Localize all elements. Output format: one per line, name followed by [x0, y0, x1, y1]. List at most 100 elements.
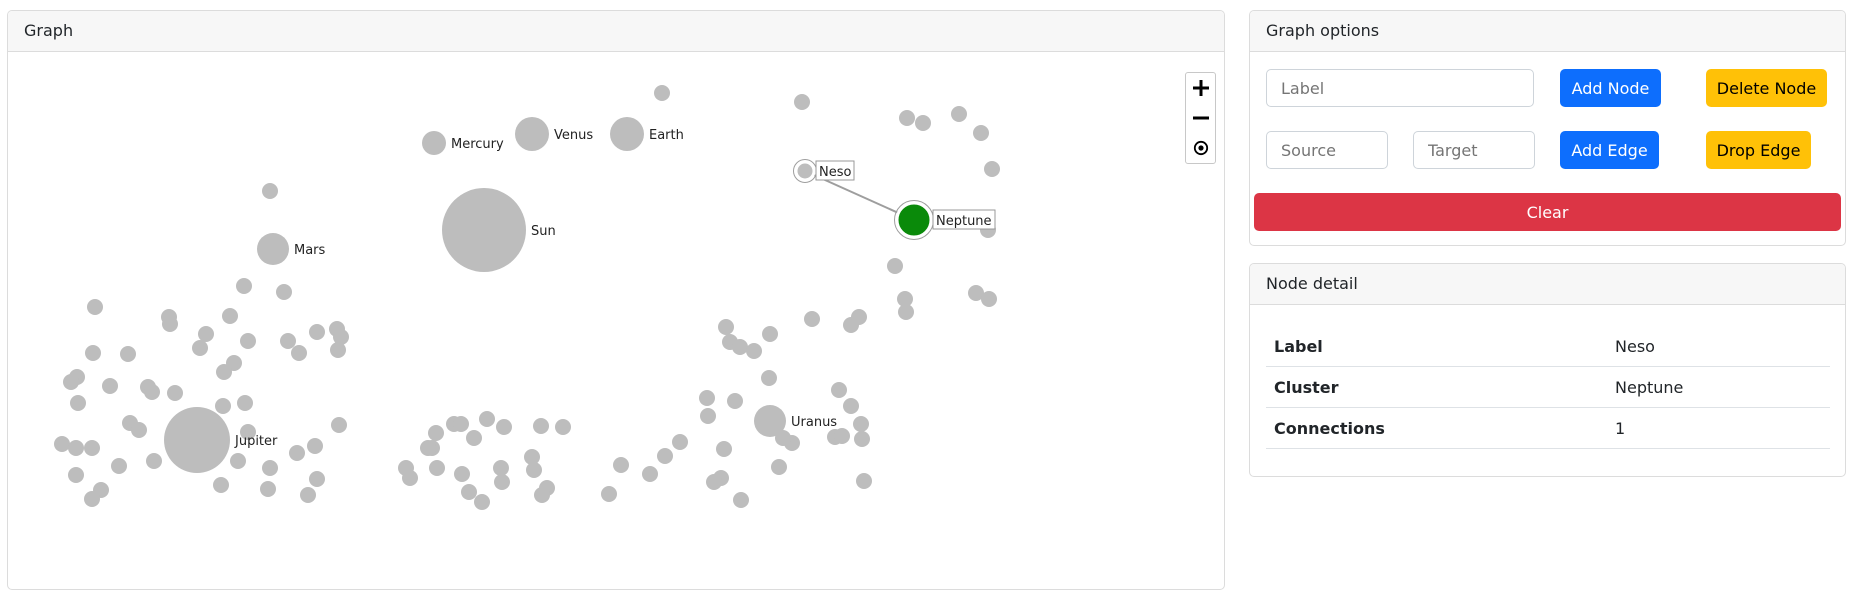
graph-node[interactable] — [262, 460, 278, 476]
graph-node[interactable] — [230, 453, 246, 469]
graph-node[interactable] — [771, 459, 787, 475]
graph-node[interactable] — [898, 304, 914, 320]
graph-node[interactable] — [291, 345, 307, 361]
label-input[interactable] — [1266, 69, 1534, 107]
graph-node[interactable] — [85, 345, 101, 361]
node-circle[interactable] — [422, 131, 446, 155]
source-input[interactable] — [1266, 131, 1388, 169]
graph-node-mars[interactable]: Mars — [257, 233, 326, 265]
graph-node[interactable] — [654, 85, 670, 101]
graph-node[interactable] — [54, 436, 70, 452]
graph-node[interactable] — [84, 440, 100, 456]
graph-node[interactable] — [601, 486, 617, 502]
graph-node[interactable] — [236, 278, 252, 294]
node-circle[interactable] — [515, 117, 549, 151]
graph-node[interactable] — [237, 395, 253, 411]
graph-node[interactable] — [555, 419, 571, 435]
node-circle[interactable] — [610, 117, 644, 151]
graph-node-jupiter[interactable]: Jupiter — [164, 407, 278, 473]
graph-node[interactable] — [198, 326, 214, 342]
node-circle[interactable] — [754, 405, 786, 437]
graph-svg[interactable]: Mercury Venus Earth Sun Mars Neso Neptune Jupit… — [8, 52, 1225, 590]
graph-node[interactable] — [854, 431, 870, 447]
graph-node-sun[interactable]: Sun — [442, 188, 556, 272]
add-edge-button[interactable]: Add Edge — [1560, 131, 1659, 169]
graph-node[interactable] — [192, 340, 208, 356]
graph-node[interactable] — [466, 430, 482, 446]
graph-node[interactable] — [951, 106, 967, 122]
graph-node[interactable] — [834, 428, 850, 444]
clear-button[interactable]: Clear — [1254, 193, 1841, 231]
add-node-button[interactable]: Add Node — [1560, 69, 1661, 107]
graph-node-neso[interactable]: Neso — [793, 159, 855, 183]
graph-node[interactable] — [102, 378, 118, 394]
graph-node[interactable] — [706, 474, 722, 490]
graph-node[interactable] — [493, 460, 509, 476]
graph-node[interactable] — [453, 416, 469, 432]
graph-node[interactable] — [727, 393, 743, 409]
graph-node[interactable] — [851, 309, 867, 325]
graph-node[interactable] — [309, 324, 325, 340]
graph-node[interactable] — [420, 440, 436, 456]
graph-node[interactable] — [276, 284, 292, 300]
graph-node[interactable] — [262, 183, 278, 199]
fit-view-button[interactable] — [1186, 133, 1215, 163]
graph-node[interactable] — [162, 316, 178, 332]
graph-node[interactable] — [657, 448, 673, 464]
graph-node[interactable] — [746, 343, 762, 359]
graph-node[interactable] — [309, 471, 325, 487]
graph-node[interactable] — [167, 385, 183, 401]
graph-node[interactable] — [853, 416, 869, 432]
graph-node[interactable] — [699, 390, 715, 406]
node-circle[interactable] — [164, 407, 230, 473]
graph-node[interactable] — [613, 457, 629, 473]
graph-node[interactable] — [804, 311, 820, 327]
target-input[interactable] — [1413, 131, 1535, 169]
graph-node[interactable] — [402, 470, 418, 486]
graph-node[interactable] — [496, 419, 512, 435]
graph-node[interactable] — [474, 494, 490, 510]
graph-node[interactable] — [899, 110, 915, 126]
node-circle[interactable] — [794, 160, 816, 182]
graph-node[interactable] — [454, 466, 470, 482]
graph-node[interactable] — [146, 453, 162, 469]
graph-node[interactable] — [68, 467, 84, 483]
graph-node[interactable] — [260, 481, 276, 497]
graph-node[interactable] — [87, 299, 103, 315]
graph-node[interactable] — [428, 425, 444, 441]
graph-node[interactable] — [70, 395, 86, 411]
graph-node[interactable] — [732, 339, 748, 355]
graph-node[interactable] — [973, 125, 989, 141]
graph-node[interactable] — [280, 333, 296, 349]
graph-canvas[interactable]: Mercury Venus Earth Sun Mars Neso Neptune Jupit… — [8, 52, 1225, 590]
graph-node[interactable] — [479, 411, 495, 427]
graph-node[interactable] — [984, 161, 1000, 177]
graph-node[interactable] — [494, 474, 510, 490]
graph-node[interactable] — [216, 364, 232, 380]
graph-node[interactable] — [915, 115, 931, 131]
graph-node[interactable] — [843, 398, 859, 414]
graph-node[interactable] — [981, 291, 997, 307]
graph-node[interactable] — [307, 438, 323, 454]
node-circle[interactable] — [895, 201, 933, 239]
graph-node[interactable] — [526, 462, 542, 478]
graph-node[interactable] — [534, 487, 550, 503]
graph-node-venus[interactable]: Venus — [515, 117, 593, 151]
graph-node[interactable] — [762, 326, 778, 342]
graph-node[interactable] — [240, 333, 256, 349]
graph-node[interactable] — [761, 370, 777, 386]
graph-node[interactable] — [131, 422, 147, 438]
graph-node[interactable] — [144, 384, 160, 400]
graph-node[interactable] — [856, 473, 872, 489]
graph-node[interactable] — [63, 374, 79, 390]
graph-node[interactable] — [222, 308, 238, 324]
graph-node[interactable] — [672, 434, 688, 450]
graph-node[interactable] — [831, 382, 847, 398]
graph-node[interactable] — [289, 445, 305, 461]
node-circle[interactable] — [257, 233, 289, 265]
graph-node[interactable] — [533, 418, 549, 434]
graph-node[interactable] — [331, 417, 347, 433]
graph-node[interactable] — [300, 487, 316, 503]
graph-node[interactable] — [794, 94, 810, 110]
graph-node[interactable] — [111, 458, 127, 474]
